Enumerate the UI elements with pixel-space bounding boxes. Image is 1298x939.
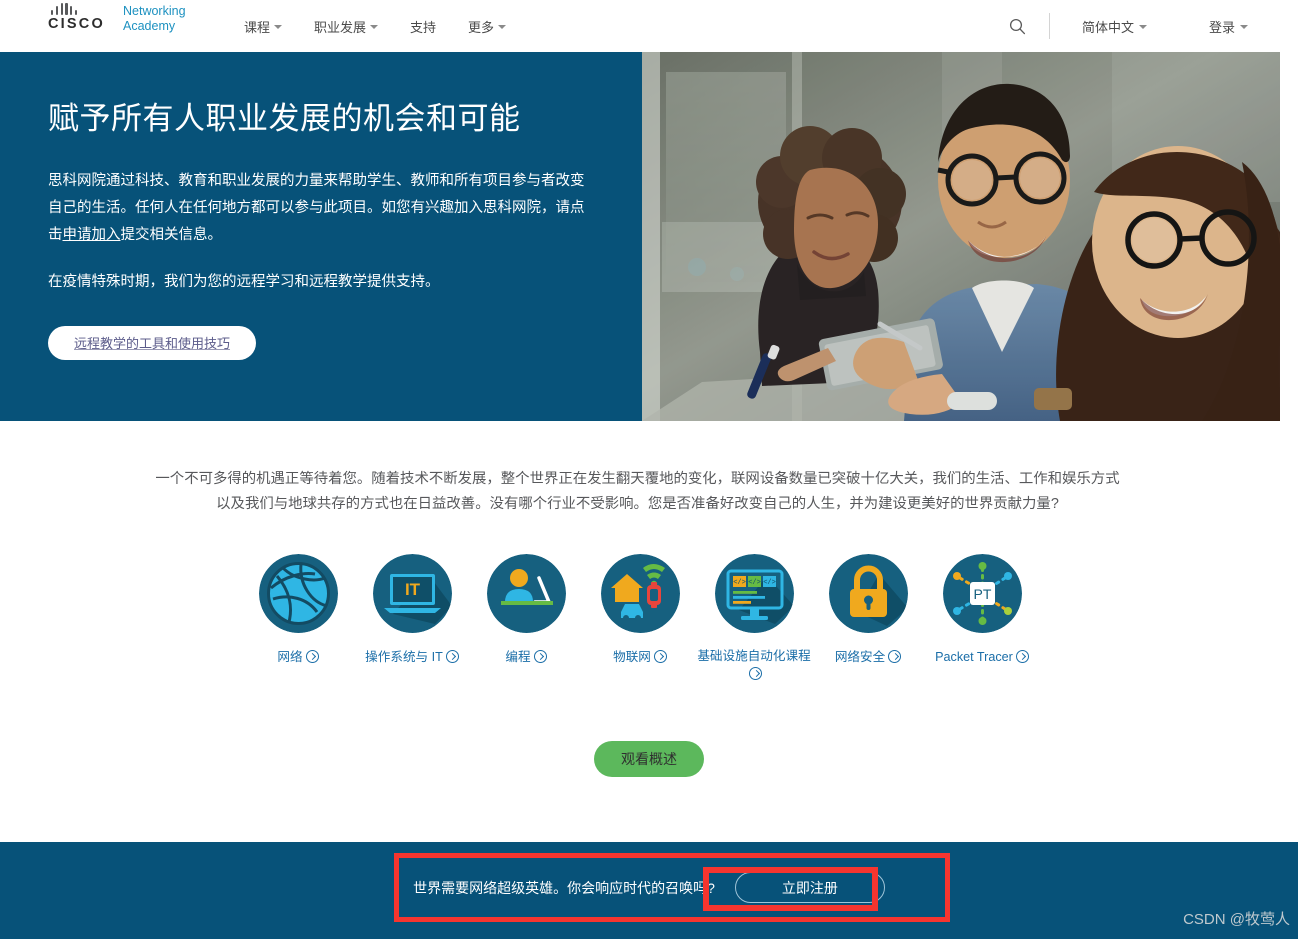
tile-os-and-it[interactable]: IT 操作系统与 IT [355,554,469,683]
chevron-right-circle-icon [888,650,902,663]
iot-home-car-icon [600,554,680,633]
nav-item-support-label: 支持 [410,19,437,35]
language-selector-label: 简体中文 [1081,19,1134,35]
hero-photo [642,52,1280,421]
tile-programming[interactable]: 编程 [469,554,583,683]
header-divider [1048,13,1050,39]
nav-item-more[interactable]: 更多 [452,17,522,36]
tile-packet-tracer-label: Packet Tracer [935,648,1029,666]
chevron-down-icon [1138,25,1147,29]
header-utility-area: 简体中文 登录 [1003,0,1258,52]
chevron-down-icon [498,25,507,29]
signin-menu[interactable]: 登录 [1199,17,1258,36]
cisco-bridge-icon [48,3,114,15]
signup-banner-row: 世界需要网络超级英雄。你会响应时代的召唤吗? 立即注册 [0,872,1298,903]
svg-text:</>: </> [748,579,761,587]
tile-infrastructure-automation-label: 基础设施自动化课程 [697,648,811,683]
chevron-down-icon [1240,25,1248,29]
hero-right-margin [1280,52,1298,421]
hero-section: 赋予所有人职业发展的机会和可能 思科网院通过科技、教育和职业发展的力量来帮助学生… [0,52,1298,421]
chevron-right-circle-icon [533,650,547,663]
tile-iot[interactable]: 物联网 [583,554,697,683]
globe-network-icon [258,554,338,633]
tile-networking-label: 网络 [277,648,319,666]
monitor-code-icon: </> </> </> [714,554,794,633]
nav-item-support[interactable]: 支持 [394,17,452,36]
nav-item-courses[interactable]: 课程 [228,17,298,36]
tile-infrastructure-automation[interactable]: </> </> </> 基础设施自动化课程 [697,554,811,683]
tile-networking[interactable]: 网络 [241,554,355,683]
nav-item-courses-label: 课程 [244,19,271,35]
language-selector[interactable]: 简体中文 [1072,17,1157,36]
svg-text:</>: </> [733,579,746,587]
signup-banner: 世界需要网络超级英雄。你会响应时代的召唤吗? 立即注册 [0,842,1298,939]
chevron-down-icon [274,25,283,29]
tile-os-and-it-label: 操作系统与 IT [365,648,459,666]
svg-text:</>: </> [763,579,776,587]
hero-paragraph-link[interactable]: 申请加入 [63,227,121,243]
nav-item-career[interactable]: 职业发展 [298,17,394,36]
hero-paragraph-part2: 提交相关信息。 [120,226,223,243]
hero-paragraph-secondary: 在疫情特殊时期，我们为您的远程学习和远程教学提供支持。 [48,273,440,290]
tile-iot-label: 物联网 [613,648,667,666]
search-button[interactable] [1003,11,1033,41]
chevron-right-circle-icon [445,650,459,663]
site-header: CISCO Networking Academy 课程 职业发展 支持 更多 简… [0,0,1298,52]
main-content-section: 一个不可多得的机遇正等待着您。随着技术不断发展，整个世界正在发生翻天覆地的变化，… [0,421,1298,842]
networking-academy-wordmark: Networking Academy [123,4,186,33]
register-now-button[interactable]: 立即注册 [734,872,885,903]
nav-item-more-label: 更多 [468,19,495,35]
svg-text:PT: PT [973,586,991,602]
hero-title: 赋予所有人职业发展的机会和可能 [48,101,521,136]
search-icon [1010,18,1026,34]
tile-packet-tracer[interactable]: PT Packet Tracer [925,554,1039,683]
person-coding-icon [486,554,566,633]
csdn-watermark: CSDN @牧莺人 [1183,911,1290,928]
cisco-logo-mark: CISCO [48,3,114,32]
hero-photo-illustration [642,52,1280,421]
hero-text-panel: 赋予所有人职业发展的机会和可能 思科网院通过科技、教育和职业发展的力量来帮助学生… [0,52,642,421]
tile-cybersecurity-label: 网络安全 [835,648,902,666]
chevron-right-circle-icon [1015,650,1029,663]
tile-cybersecurity[interactable]: 网络安全 [811,554,925,683]
cisco-wordmark: CISCO [48,16,105,32]
watch-overview-button[interactable]: 观看概述 [594,741,704,777]
signup-banner-text: 世界需要网络超级英雄。你会响应时代的召唤吗? [413,879,715,896]
intro-paragraph: 一个不可多得的机遇正等待着您。随着技术不断发展，整个世界正在发生翻天覆地的变化，… [155,471,1120,512]
remote-teaching-tools-button[interactable]: 远程教学的工具和使用技巧 [48,325,257,360]
tile-programming-label: 编程 [505,648,547,666]
laptop-it-icon: IT [372,554,452,633]
chevron-right-circle-icon [653,650,667,663]
packet-tracer-icon: PT [942,554,1022,633]
cisco-networking-academy-logo[interactable]: CISCO Networking Academy [48,3,186,33]
signin-menu-label: 登录 [1208,19,1235,35]
primary-navigation: 课程 职业发展 支持 更多 [228,0,522,52]
chevron-right-circle-icon [749,667,762,680]
chevron-right-circle-icon [305,650,319,663]
category-tiles: 网络 IT 操作系统与 IT 编程 物联网 </> </> </> 基础设施自动… [0,554,1280,683]
svg-text:IT: IT [404,580,420,599]
nav-item-career-label: 职业发展 [314,19,367,35]
hero-paragraph: 思科网院通过科技、教育和职业发展的力量来帮助学生、教师和所有项目参与者改变自己的… [48,168,593,249]
page-root: CISCO Networking Academy 课程 职业发展 支持 更多 简… [0,0,1298,939]
chevron-down-icon [370,25,379,29]
padlock-icon [828,554,908,633]
